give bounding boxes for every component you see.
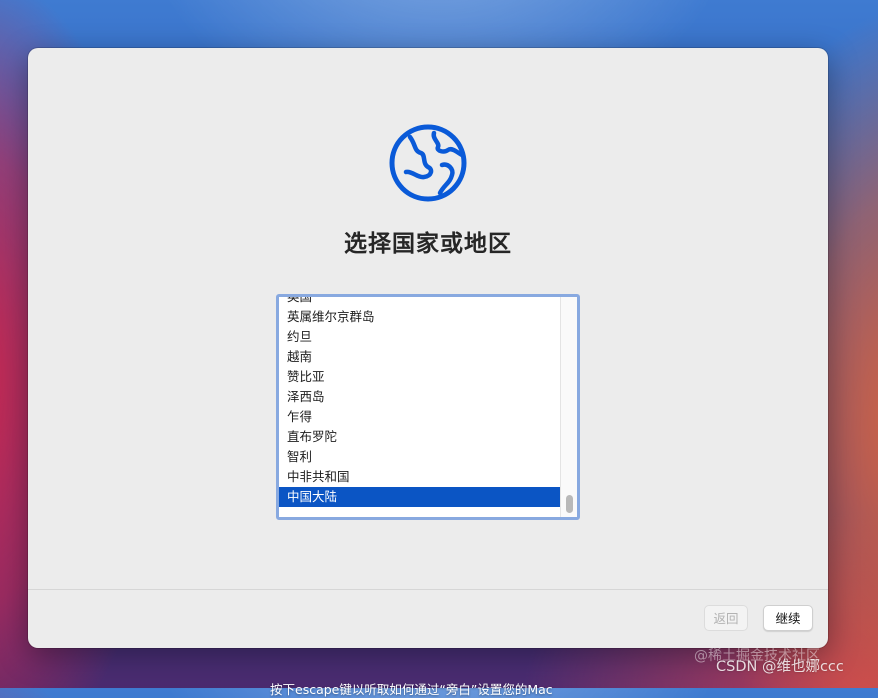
globe-icon [389, 124, 467, 202]
list-item[interactable]: 泽西岛 [279, 387, 561, 407]
list-item[interactable]: 英属维尔京群岛 [279, 307, 561, 327]
list-item[interactable]: 越南 [279, 347, 561, 367]
voiceover-hint: 按下escape键以听取如何通过“旁白”设置您的Mac [270, 682, 553, 697]
continue-button[interactable]: 继续 [763, 605, 813, 631]
list-item[interactable]: 智利 [279, 447, 561, 467]
list-item[interactable]: 直布罗陀 [279, 427, 561, 447]
list-scrollbar[interactable] [560, 297, 577, 517]
back-button[interactable]: 返回 [704, 605, 748, 631]
country-list[interactable]: 英国英属维尔京群岛约旦越南赞比亚泽西岛乍得直布罗陀智利中非共和国中国大陆 [276, 294, 580, 520]
setup-window: 选择国家或地区 英国英属维尔京群岛约旦越南赞比亚泽西岛乍得直布罗陀智利中非共和国… [28, 48, 828, 648]
scrollbar-thumb[interactable] [566, 495, 573, 513]
page-title: 选择国家或地区 [344, 231, 512, 257]
footer-divider [28, 589, 828, 590]
list-item[interactable]: 赞比亚 [279, 367, 561, 387]
list-item[interactable]: 约旦 [279, 327, 561, 347]
list-item[interactable]: 中国大陆 [279, 487, 561, 507]
country-list-items: 英国英属维尔京群岛约旦越南赞比亚泽西岛乍得直布罗陀智利中非共和国中国大陆 [279, 297, 561, 507]
list-item[interactable]: 英国 [279, 297, 561, 307]
list-item[interactable]: 乍得 [279, 407, 561, 427]
watermark-csdn: CSDN @维也娜ccc [716, 659, 844, 675]
list-item[interactable]: 中非共和国 [279, 467, 561, 487]
